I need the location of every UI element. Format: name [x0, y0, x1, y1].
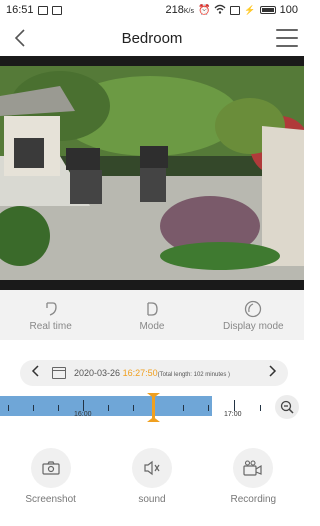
action-circle — [131, 448, 172, 488]
previous-day-button[interactable] — [28, 364, 42, 382]
playback-timeline[interactable]: 16:00 17:00 — [0, 393, 304, 425]
mode-label: Real time — [29, 320, 72, 332]
hamburger-menu-icon — [276, 29, 298, 31]
recording-button[interactable]: Recording — [208, 448, 298, 518]
action-circle — [30, 448, 71, 488]
recorded-segment — [0, 396, 212, 416]
zoom-out-button[interactable] — [275, 395, 299, 419]
status-left: 16:51 — [6, 4, 62, 16]
status-bar: 16:51 218K/s ⏰ ⚡ 100 — [0, 0, 304, 20]
timeline-tick — [58, 405, 59, 411]
screenshot-button[interactable]: Screenshot — [6, 448, 96, 518]
timeline-tick — [260, 405, 261, 411]
display-mode-icon — [243, 299, 263, 319]
sound-button[interactable]: sound — [107, 448, 197, 518]
video-camera-icon — [243, 460, 262, 476]
message-notification-icon — [51, 5, 62, 15]
live-video-feed[interactable] — [0, 56, 304, 290]
timeline-tick-major — [234, 400, 235, 411]
screen-icon — [230, 5, 241, 15]
timeline-tick — [8, 405, 9, 411]
date-selector: 2020-03-26 16:27:50(Total length: 102 mi… — [20, 360, 288, 386]
playhead-bottom — [147, 417, 160, 422]
back-button[interactable] — [8, 24, 32, 52]
chevron-left-icon — [14, 29, 25, 47]
mode-label: Display mode — [223, 320, 284, 332]
camera-image — [0, 56, 304, 290]
timeline-label: 17:00 — [224, 411, 242, 418]
action-circle — [233, 448, 274, 488]
nav-bar: Bedroom — [0, 20, 304, 56]
status-time: 16:51 — [6, 4, 34, 16]
mode-mode[interactable]: Mode — [107, 299, 197, 332]
chevron-left-icon — [31, 365, 39, 377]
realtime-icon — [41, 299, 61, 319]
battery-icon — [259, 6, 276, 14]
network-speed: 218K/s — [165, 4, 194, 16]
action-label: Recording — [230, 494, 277, 505]
playback-date-time: 2020-03-26 16:27:50(Total length: 102 mi… — [74, 368, 230, 378]
timeline-tick — [108, 405, 109, 411]
action-label: sound — [138, 494, 166, 505]
calendar-icon[interactable] — [52, 367, 66, 379]
zoom-out-icon — [280, 400, 294, 414]
action-label: Screenshot — [25, 494, 76, 505]
status-right: 218K/s ⏰ ⚡ 100 — [165, 4, 298, 17]
next-day-button[interactable] — [266, 364, 280, 382]
battery-level: 100 — [279, 4, 298, 16]
timeline-tick — [208, 405, 209, 411]
camera-icon — [42, 461, 60, 475]
timeline-label: 16:00 — [74, 411, 92, 418]
mode-real-time[interactable]: Real time — [6, 299, 96, 332]
mode-icon — [142, 299, 162, 319]
timeline-tick — [183, 405, 184, 411]
timeline-tick-major — [83, 400, 84, 411]
timeline-tick — [133, 405, 134, 411]
menu-button[interactable] — [276, 26, 298, 50]
speaker-muted-icon — [144, 460, 160, 476]
alarm-icon: ⏰ — [197, 4, 211, 16]
chevron-right-icon — [269, 365, 277, 377]
wifi-icon — [214, 4, 226, 17]
charging-icon: ⚡ — [244, 4, 256, 15]
action-row: Screenshot sound Recording — [0, 448, 304, 518]
gallery-notification-icon — [37, 5, 48, 15]
mode-label: Mode — [139, 320, 165, 332]
mode-display[interactable]: Display mode — [208, 299, 298, 332]
timeline-tick — [33, 405, 34, 411]
mode-row: Real time Mode Display mode — [0, 290, 304, 340]
page-title: Bedroom — [121, 29, 183, 47]
